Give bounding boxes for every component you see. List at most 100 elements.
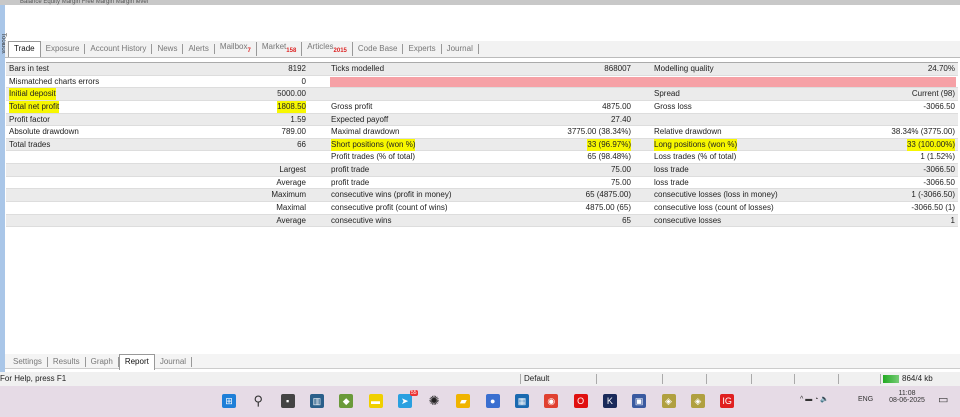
row-value: 5000.00 (277, 89, 306, 99)
tab-code-base[interactable]: Code Base (353, 44, 404, 54)
network-app-icon[interactable]: ▣ (632, 394, 647, 408)
file-explorer-icon[interactable]: ▰ (456, 394, 471, 408)
row-value: -3066.50 (923, 101, 955, 111)
row-value: Largest (279, 165, 306, 175)
mt4-a-icon[interactable]: ◈ (661, 394, 676, 408)
clock[interactable]: 11:08 08-06-2025 (885, 390, 929, 404)
telegram-badge: 55 (410, 390, 418, 396)
task-view-icon[interactable]: ▪ (280, 394, 295, 408)
table-row: Average profit trade 75.00 loss trade -3066.… (6, 177, 958, 190)
tab-settings[interactable]: Settings (8, 356, 48, 367)
tab-trade[interactable]: Trade (8, 41, 41, 57)
tab-badge: 7 (247, 48, 251, 54)
row-value: 65 (4875.00) (585, 190, 631, 200)
start-icon[interactable]: ⊞ (222, 394, 236, 408)
notifications-icon[interactable]: ▭ (938, 393, 948, 406)
date: 08-06-2025 (889, 397, 925, 404)
help-text: For Help, press F1 (0, 374, 67, 383)
row-value: 3775.00 (38.34%) (567, 127, 631, 137)
table-row: Profit trades (% of total) 65 (98.48%) Los… (6, 151, 958, 165)
table-row: Total net profit 1808.50 Gross profit 4875.… (6, 100, 958, 114)
row-label: Expected payoff (331, 114, 389, 124)
chatgpt-icon[interactable]: ✺ (427, 394, 441, 408)
row-label: consecutive losses (loss in money) (654, 190, 778, 200)
row-value: 8192 (288, 64, 306, 73)
widgets-icon[interactable]: ▥ (309, 394, 324, 408)
tray-chevron-icon[interactable]: ^ ▬ ◔ 🔈 (800, 395, 829, 403)
row-label: Profit factor (9, 114, 50, 124)
telegram-icon[interactable]: ➤ (397, 394, 412, 408)
tab-alerts[interactable]: Alerts (183, 44, 215, 54)
account-status-strip: Balance Equity Margin Free Margin Margin… (0, 0, 960, 5)
tab-journal[interactable]: Journal (155, 356, 193, 367)
tab-report[interactable]: Report (118, 353, 155, 370)
tab-articles[interactable]: Articles2015 (302, 42, 353, 56)
tab-label: Mailbox (219, 42, 248, 51)
row-value: 33 (96.97%) (587, 138, 631, 151)
tab-market[interactable]: Market158 (257, 42, 303, 56)
toolbox-side-bar[interactable]: Toolbox (0, 5, 6, 373)
tab-results[interactable]: Results (48, 356, 86, 367)
tab-label: Exposure (45, 44, 80, 53)
language-indicator[interactable]: ENG (858, 396, 873, 403)
tab-journal[interactable]: Journal (442, 44, 479, 54)
row-label: consecutive wins (profit in money) (331, 190, 452, 200)
row-value: 66 (297, 139, 306, 149)
notes-icon[interactable]: ▬ (368, 394, 383, 408)
tab-graph[interactable]: Graph (86, 356, 119, 367)
row-value: Current (98) (911, 89, 955, 99)
table-row: Initial deposit 5000.00 Spread Current (98) (6, 88, 958, 101)
modelling-quality-bar (330, 76, 956, 87)
row-label: Modelling quality (654, 64, 714, 73)
row-value: 789.00 (281, 127, 306, 137)
tab-account-history[interactable]: Account History (85, 44, 153, 54)
search-icon[interactable]: ⚲ (251, 394, 265, 408)
tab-label: Account History (90, 44, 147, 53)
ig-icon[interactable]: IG (720, 394, 735, 408)
tester-tabs: Settings Results Graph Report Journal (8, 353, 193, 370)
row-label: Total net profit (9, 100, 60, 113)
tab-news[interactable]: News (152, 44, 184, 54)
row-value: Maximum (271, 190, 306, 200)
row-label: Short positions (won %) (331, 138, 416, 151)
row-label: Loss trades (% of total) (654, 152, 737, 162)
row-value: 868007 (604, 64, 631, 73)
chrome-icon[interactable]: ◉ (544, 394, 559, 408)
opera-icon[interactable]: O (573, 394, 588, 408)
row-value: -3066.50 (1) (911, 203, 955, 213)
tab-mailbox[interactable]: Mailbox7 (215, 42, 257, 56)
row-value: -3066.50 (923, 165, 955, 175)
row-label: Ticks modelled (331, 64, 385, 73)
row-value: 0 (301, 76, 306, 86)
row-value: 1 (1.52%) (920, 152, 955, 162)
tab-exposure[interactable]: Exposure (41, 44, 86, 54)
store-icon[interactable]: ▦ (515, 394, 529, 408)
row-label: Long positions (won %) (654, 138, 738, 151)
tab-label: Experts (408, 44, 436, 53)
tab-experts[interactable]: Experts (403, 44, 442, 54)
metatrader-icon[interactable]: ◆ (339, 394, 354, 408)
table-row: Largest profit trade 75.00 loss trade -3066.… (6, 164, 958, 177)
row-value: 75.00 (610, 165, 631, 175)
report-table: Bars in test 8192 Ticks modelled 868007 Mode… (6, 62, 958, 228)
row-label: profit trade (331, 177, 370, 187)
row-value: 1 (-3066.50) (911, 190, 955, 200)
browser-icon[interactable]: ● (485, 394, 500, 408)
status-bar: For Help, press F1 Default 864/4 kb (0, 372, 960, 386)
row-label: Gross profit (331, 101, 373, 111)
row-label: Maximal drawdown (331, 127, 400, 137)
kite-icon[interactable]: K (602, 394, 617, 408)
row-value: 1.59 (290, 114, 306, 124)
tab-label: Articles (307, 42, 334, 51)
table-row: Average consecutive wins 65 consecutive los… (6, 214, 958, 228)
row-label: consecutive profit (count of wins) (331, 203, 448, 213)
table-row: Profit factor 1.59 Expected payoff 27.40 (6, 113, 958, 127)
mt4-b-icon[interactable]: ◈ (690, 394, 705, 408)
tab-badge: 2015 (333, 48, 347, 54)
tab-label: Code Base (357, 44, 398, 53)
terminal-tabs: Trade Exposure Account History News Alerts Ma… (8, 41, 479, 57)
connection-bars-icon (883, 375, 899, 383)
row-label: Initial deposit (9, 88, 56, 101)
profile-name: Default (524, 374, 550, 383)
row-label: loss trade (654, 177, 689, 187)
